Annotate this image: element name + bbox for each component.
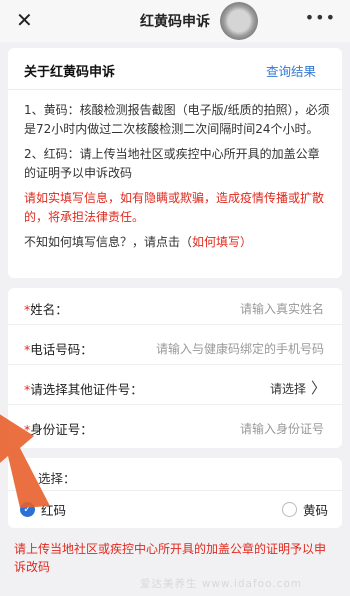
- help-prefix: 不知如何填写信息？，请点击（: [24, 235, 193, 249]
- phone-label: *电话号码：: [24, 339, 93, 358]
- other-id-select[interactable]: 请选择: [270, 380, 306, 397]
- info-heading: 关于红黄码申诉: [24, 65, 116, 80]
- info-body: 1、黄码：核酸检测报告截图（电子版/纸质的拍照），必须是72小时内做过二次核酸检…: [24, 101, 330, 258]
- appeal-info-card: 关于红黄码申诉 查询结果 1、黄码：核酸检测报告截图（电子版/纸质的拍照），必须…: [8, 48, 342, 278]
- red-code-rule: 2、红码：请上传当地社区或疾控中心所开具的加盖公章的证明予以申诉改码: [24, 147, 320, 180]
- chevron-right-icon[interactable]: 〉: [311, 377, 326, 398]
- code-choice-card: 选择： ✓ 红码 黄码: [8, 458, 342, 528]
- id-card-row[interactable]: *身份证号： 请输入身份证号: [8, 408, 342, 445]
- pointer-arrow-icon: [0, 414, 50, 508]
- yellow-code-rule: 1、黄码：核酸检测报告截图（电子版/纸质的拍照），必须是72小时内做过二次核酸检…: [24, 103, 330, 136]
- watermark: 爱达美养生 www.idafoo.com: [140, 578, 303, 590]
- divider: [8, 490, 342, 491]
- other-id-label-text: 请选择其他证件号：: [30, 382, 143, 397]
- name-row[interactable]: *姓名： 请输入真实姓名: [8, 288, 342, 325]
- radio-unchecked-icon[interactable]: [281, 502, 297, 517]
- help-suffix: ）: [240, 235, 253, 249]
- phone-row[interactable]: *电话号码： 请输入与健康码绑定的手机号码: [8, 328, 342, 365]
- footer-note: 请上传当地社区或疾控中心所开具的加盖公章的证明予以申诉改码: [14, 542, 327, 574]
- loading-spinner: [220, 2, 258, 40]
- legal-warning: 请如实填写信息，如有隐瞒或欺骗，造成疫情传播或扩散的，将承担法律责任。: [24, 191, 325, 224]
- help-text: 不知如何填写信息？，请点击（如何填写）: [24, 233, 330, 252]
- id-card-input[interactable]: 请输入身份证号: [240, 420, 324, 437]
- page-title: 红黄码申诉: [140, 14, 210, 30]
- more-icon[interactable]: •••: [305, 8, 336, 27]
- query-result-link[interactable]: 查询结果: [266, 61, 316, 80]
- name-label: *姓名：: [24, 299, 68, 318]
- name-input[interactable]: 请输入真实姓名: [240, 300, 324, 317]
- radio-yellow-code[interactable]: 黄码: [281, 500, 328, 519]
- info-card-header: 关于红黄码申诉 查询结果: [8, 48, 342, 90]
- other-id-label: *请选择其他证件号：: [24, 379, 143, 398]
- top-navigation-bar: ✕ 红黄码申诉 •••: [0, 0, 350, 42]
- name-label-text: 姓名：: [30, 302, 68, 317]
- how-to-fill-link[interactable]: 如何填写: [192, 235, 240, 249]
- other-id-row[interactable]: *请选择其他证件号： 请选择 〉: [8, 368, 342, 405]
- appeal-form-card: *姓名： 请输入真实姓名 *电话号码： 请输入与健康码绑定的手机号码 *请选择其…: [8, 288, 342, 448]
- phone-label-text: 电话号码：: [30, 342, 93, 357]
- yellow-code-label: 黄码: [302, 503, 328, 518]
- phone-input[interactable]: 请输入与健康码绑定的手机号码: [156, 340, 324, 357]
- close-icon[interactable]: ✕: [16, 9, 33, 31]
